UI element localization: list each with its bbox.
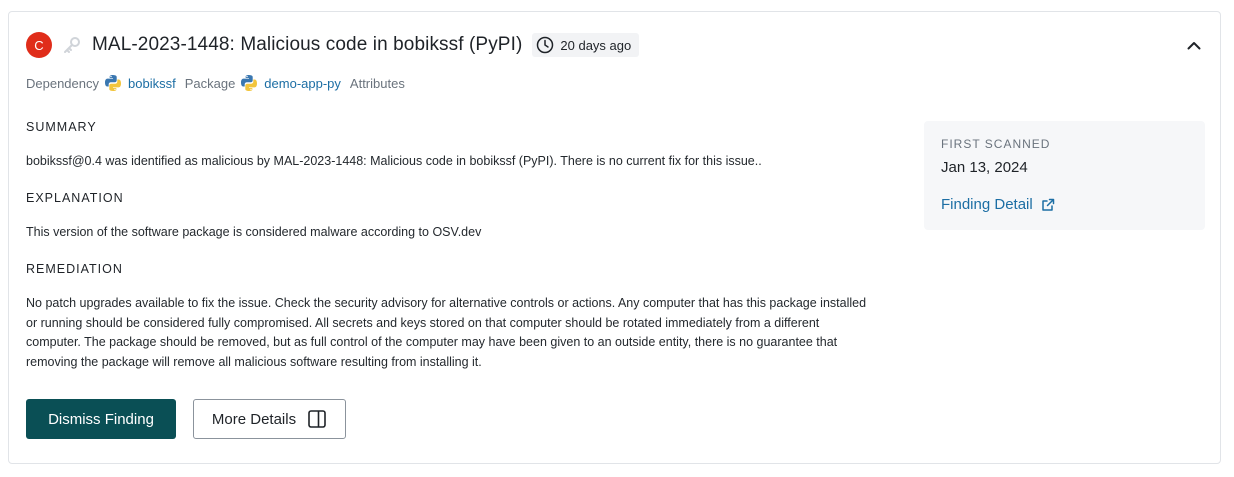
dependency-link[interactable]: bobikssf <box>128 76 176 91</box>
age-badge: 20 days ago <box>532 33 640 57</box>
dismiss-finding-button[interactable]: Dismiss Finding <box>26 399 176 439</box>
side-panel-icon <box>308 410 326 428</box>
severity-badge: C <box>26 32 52 58</box>
python-logo-icon <box>104 74 122 92</box>
python-logo-icon <box>240 74 258 92</box>
finding-header: C MAL-2023-1448: Malicious code in bobik… <box>26 31 640 59</box>
finding-meta: Dependency bobikssf Package demo-app-py … <box>26 73 405 93</box>
attributes-label: Attributes <box>349 75 405 91</box>
first-scanned-date: Jan 13, 2024 <box>941 159 1028 176</box>
more-details-button[interactable]: More Details <box>193 399 346 439</box>
explanation-heading: EXPLANATION <box>26 191 124 205</box>
age-text: 20 days ago <box>560 37 632 53</box>
package-link[interactable]: demo-app-py <box>264 76 341 91</box>
finding-detail-label: Finding Detail <box>941 196 1033 213</box>
collapse-button[interactable] <box>1182 35 1206 55</box>
summary-heading: SUMMARY <box>26 120 97 134</box>
first-scanned-label: FIRST SCANNED <box>941 137 1051 151</box>
more-details-label: More Details <box>211 410 297 428</box>
key-icon <box>62 35 82 55</box>
summary-text: bobikssf@0.4 was identified as malicious… <box>26 154 762 168</box>
chevron-up-icon <box>1187 41 1201 49</box>
severity-letter: C <box>34 37 44 53</box>
finding-title: MAL-2023-1448: Malicious code in bobikss… <box>92 34 523 55</box>
dependency-label: Dependency <box>26 75 99 91</box>
external-link-icon <box>1041 198 1054 211</box>
explanation-text: This version of the software package is … <box>26 225 482 239</box>
remediation-heading: REMEDIATION <box>26 262 123 276</box>
clock-icon <box>537 36 554 54</box>
package-label: Package <box>184 75 236 91</box>
finding-detail-link[interactable]: Finding Detail <box>941 196 1055 213</box>
scan-info-panel: FIRST SCANNED Jan 13, 2024 Finding Detai… <box>924 121 1205 230</box>
remediation-text: No patch upgrades available to fix the i… <box>26 296 867 370</box>
